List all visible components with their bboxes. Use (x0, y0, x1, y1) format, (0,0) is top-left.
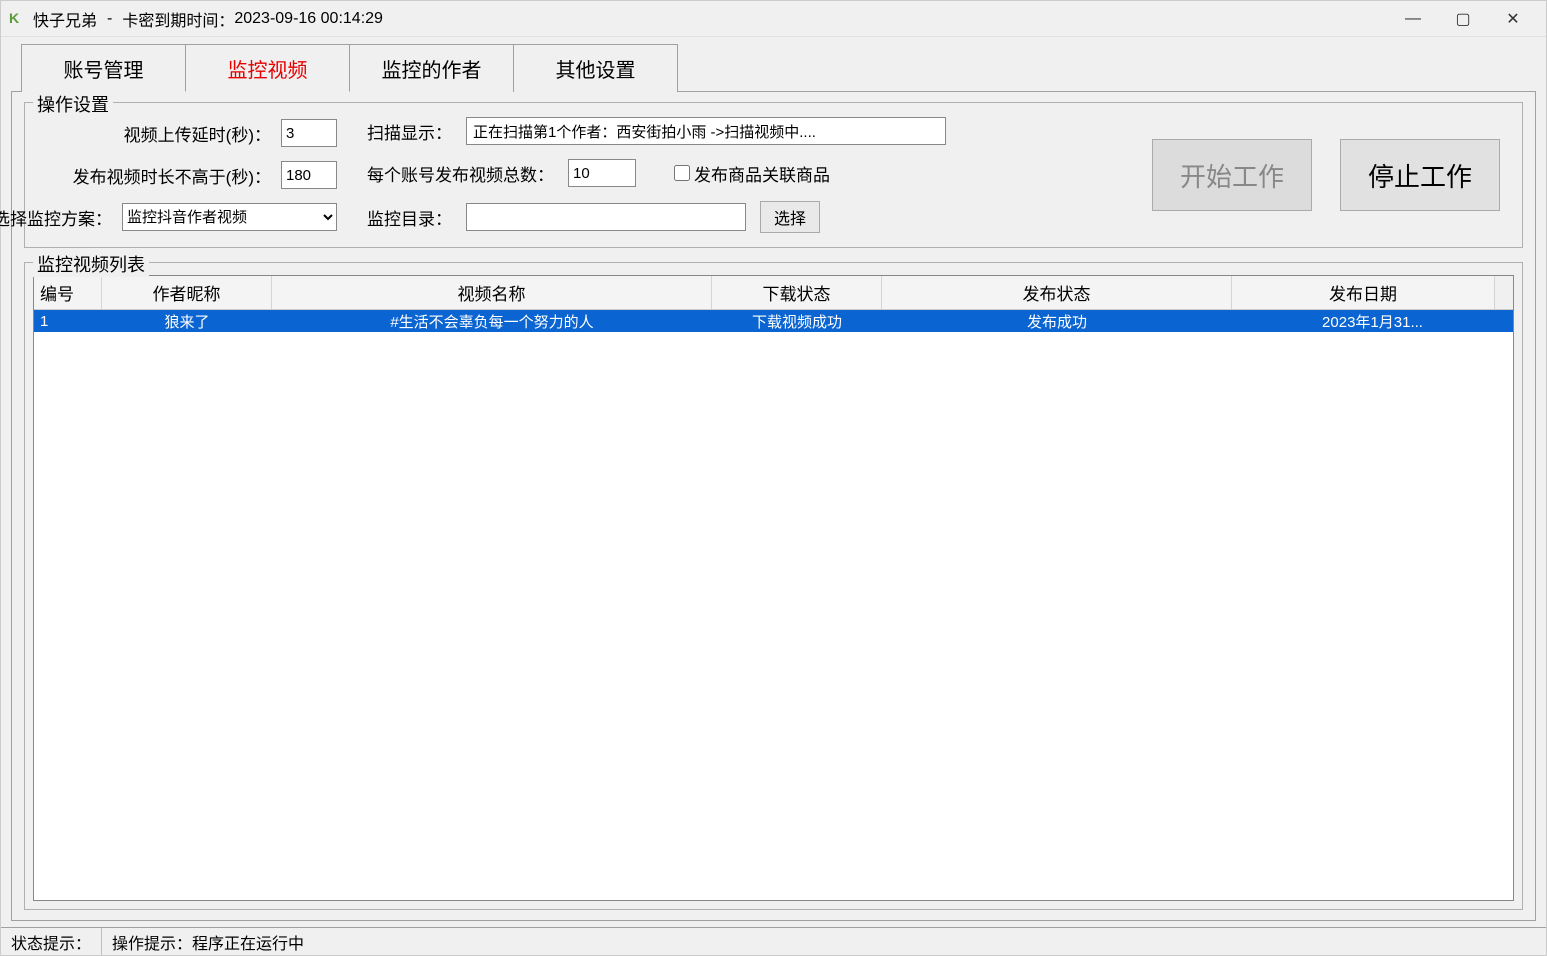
tabs-row: 账号管理 监控视频 监控的作者 其他设置 (21, 44, 1536, 92)
minimize-button[interactable]: — (1388, 1, 1438, 37)
max-duration-label: 发布视频时长不高于(秒)： (61, 163, 271, 188)
plan-select[interactable]: 监控抖音作者视频 (122, 203, 337, 231)
col-header-author[interactable]: 作者昵称 (102, 276, 272, 309)
max-duration-input[interactable] (281, 161, 337, 189)
app-icon: K (9, 10, 27, 28)
listview-body[interactable]: 1 狼来了 #生活不会辜负每一个努力的人 下载视频成功 发布成功 2023年1月… (34, 310, 1513, 900)
titlebar-expiry-label: 卡密到期时间： (122, 7, 234, 31)
statusbar: 状态提示： 操作提示： 程序正在运行中 (1, 927, 1546, 955)
col-header-video[interactable]: 视频名称 (272, 276, 712, 309)
status-tips-value: 程序正在运行中 (192, 930, 304, 954)
table-row[interactable]: 1 狼来了 #生活不会辜负每一个努力的人 下载视频成功 发布成功 2023年1月… (34, 310, 1513, 332)
publish-assoc-checkbox[interactable]: 发布商品关联商品 (674, 161, 830, 186)
listview[interactable]: 编号 作者昵称 视频名称 下载状态 发布状态 发布日期 1 狼来了 #生活不会辜… (33, 275, 1514, 901)
per-account-input[interactable] (568, 159, 636, 187)
status-tips: 操作提示： 程序正在运行中 (102, 928, 314, 955)
col-header-id[interactable]: 编号 (34, 276, 102, 309)
col-header-download[interactable]: 下载状态 (712, 276, 882, 309)
close-button[interactable]: ✕ (1488, 1, 1538, 37)
main-window: K 快子兄弟 - 卡密到期时间： 2023-09-16 00:14:29 — ▢… (0, 0, 1547, 956)
tab-content: 操作设置 视频上传延时(秒)： 发布视频时长不高于(秒)： 选择监控方案： (11, 91, 1536, 921)
cell-author: 狼来了 (102, 311, 272, 332)
cell-id: 1 (34, 313, 102, 330)
dir-label: 监控目录： (367, 205, 452, 230)
publish-assoc-label: 发布商品关联商品 (694, 161, 830, 186)
col-header-publish[interactable]: 发布状态 (882, 276, 1232, 309)
select-dir-button[interactable]: 选择 (760, 201, 820, 233)
list-groupbox: 监控视频列表 编号 作者昵称 视频名称 下载状态 发布状态 发布日期 1 (24, 262, 1523, 910)
titlebar-expiry-value: 2023-09-16 00:14:29 (234, 10, 383, 28)
tab-monitor-author[interactable]: 监控的作者 (349, 44, 514, 92)
plan-label: 选择监控方案： (0, 205, 112, 230)
per-account-label: 每个账号发布视频总数： (367, 161, 554, 186)
status-label: 状态提示： (1, 928, 102, 955)
settings-group-title: 操作设置 (33, 91, 113, 117)
tab-other-settings[interactable]: 其他设置 (513, 44, 678, 92)
col-header-date[interactable]: 发布日期 (1232, 276, 1495, 309)
listview-header: 编号 作者昵称 视频名称 下载状态 发布状态 发布日期 (34, 276, 1513, 310)
titlebar-app-name: 快子兄弟 (33, 7, 97, 31)
list-group-title: 监控视频列表 (33, 251, 149, 277)
maximize-button[interactable]: ▢ (1438, 1, 1488, 37)
dir-input[interactable] (466, 203, 746, 231)
status-tips-label: 操作提示： (112, 930, 192, 954)
titlebar-sep: - (107, 10, 112, 28)
stop-work-button[interactable]: 停止工作 (1340, 139, 1500, 211)
tab-monitor-video[interactable]: 监控视频 (185, 44, 350, 92)
settings-groupbox: 操作设置 视频上传延时(秒)： 发布视频时长不高于(秒)： 选择监控方案： (24, 102, 1523, 248)
cell-download: 下载视频成功 (712, 311, 882, 332)
start-work-button[interactable]: 开始工作 (1152, 139, 1312, 211)
cell-video: #生活不会辜负每一个努力的人 (272, 311, 712, 332)
tab-account-manage[interactable]: 账号管理 (21, 44, 186, 92)
upload-delay-input[interactable] (281, 119, 337, 147)
scan-display-input[interactable] (466, 117, 946, 145)
scan-label: 扫描显示： (367, 119, 452, 144)
publish-assoc-checkbox-input[interactable] (674, 165, 690, 181)
upload-delay-label: 视频上传延时(秒)： (61, 121, 271, 146)
cell-publish: 发布成功 (882, 311, 1232, 332)
titlebar[interactable]: K 快子兄弟 - 卡密到期时间： 2023-09-16 00:14:29 — ▢… (1, 1, 1546, 37)
cell-date: 2023年1月31... (1232, 311, 1513, 332)
